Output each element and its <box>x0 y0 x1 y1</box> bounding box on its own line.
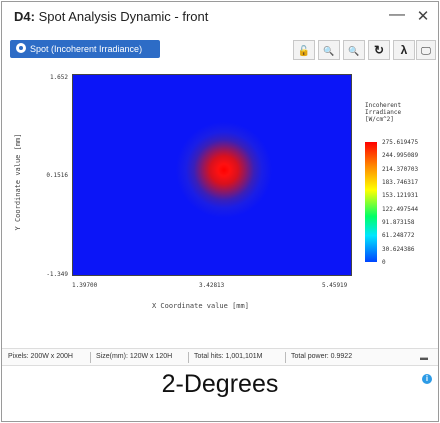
x-tick-left: 1.39700 <box>72 282 98 289</box>
minimize-button[interactable]: — <box>386 6 408 28</box>
lock-button[interactable]: 🔓 <box>293 40 315 60</box>
lambda-icon: λ <box>400 43 408 57</box>
colorbar-tick-label: 122.497544 <box>382 205 419 213</box>
y-tick-bottom: -1.349 <box>46 271 68 278</box>
total-hits-stat: Total hits: 1,001,101M <box>194 353 263 360</box>
x-axis-label: X Coordinate value [mm] <box>152 302 249 310</box>
divider <box>285 352 286 363</box>
colorbar-tick-label: 30.624386 <box>382 245 415 253</box>
heatmap-plot[interactable] <box>72 74 352 276</box>
info-icon[interactable]: i <box>422 374 432 384</box>
spot-analysis-window: D4: Spot Analysis Dynamic - front — ✕ Sp… <box>1 1 439 422</box>
divider <box>90 352 91 363</box>
size-stat: Size(mm): 120W x 120H <box>96 353 173 360</box>
x-tick-right: 5.45919 <box>322 282 348 289</box>
colorbar-tick-label: 61.248772 <box>382 232 415 240</box>
colorbar-title: Incoherent Irradiance [W/cm^2] <box>365 102 425 123</box>
caption: 2-Degrees <box>161 370 279 398</box>
spot-type-button[interactable]: Spot (Incoherent Irradiance) <box>10 40 160 58</box>
colorbar-tick-label: 214.370703 <box>382 165 419 173</box>
colorbar-tick-label: 183.746317 <box>382 179 419 186</box>
colorbar-tick-label: 244.995089 <box>382 152 419 160</box>
refresh-button[interactable]: ↻ <box>368 40 390 60</box>
divider <box>188 352 189 363</box>
colorbar-title-line: [W/cm^2] <box>365 116 394 123</box>
close-button[interactable]: ✕ <box>412 6 434 28</box>
y-axis-label: Y Coordinate value [mm] <box>14 133 22 231</box>
colorbar-title-line: Incoherent <box>365 102 402 109</box>
settings-icon <box>16 43 26 53</box>
monitor-icon: 🖵 <box>421 46 431 57</box>
window-title-text: Spot Analysis Dynamic - front <box>34 9 209 24</box>
window-id: D4: <box>14 9 35 24</box>
zoom-in-icon: 🔍 <box>323 46 335 56</box>
wavelength-button[interactable]: λ <box>393 40 415 60</box>
y-tick-middle: 0.1516 <box>46 172 68 179</box>
colorbar-title-line: Irradiance <box>365 109 402 116</box>
y-tick-top: 1.652 <box>49 74 68 81</box>
colorbar-tick-label: 0 <box>382 259 386 266</box>
display-button[interactable]: 🖵 <box>416 40 436 60</box>
spot-type-label: Spot (Incoherent Irradiance) <box>30 44 143 54</box>
toolbar: Spot (Incoherent Irradiance) 🔓 🔍 🔍 ↻ λ 🖵 <box>2 32 438 64</box>
x-tick-middle: 3.42813 <box>199 282 225 289</box>
window-title: D4: Spot Analysis Dynamic - front <box>14 9 208 24</box>
zoom-out-button[interactable]: 🔍 <box>343 40 365 60</box>
status-bar: Pixels: 200W x 200H Size(mm): 120W x 120… <box>2 348 438 366</box>
colorbar-tick-label: 153.121931 <box>382 192 419 200</box>
status-menu-icon[interactable]: ▬ <box>420 353 428 362</box>
lock-icon: 🔓 <box>297 46 311 57</box>
zoom-out-icon: 🔍 <box>348 46 360 56</box>
colorbar <box>365 142 377 262</box>
colorbar-tick-label: 91.873158 <box>382 219 415 226</box>
pixels-stat: Pixels: 200W x 200H <box>8 353 73 360</box>
zoom-in-button[interactable]: 🔍 <box>318 40 340 60</box>
title-bar: D4: Spot Analysis Dynamic - front — ✕ <box>2 2 438 32</box>
colorbar-tick-label: 275.619475 <box>382 139 419 146</box>
refresh-icon: ↻ <box>373 43 385 57</box>
total-power-stat: Total power: 0.9922 <box>291 353 353 360</box>
